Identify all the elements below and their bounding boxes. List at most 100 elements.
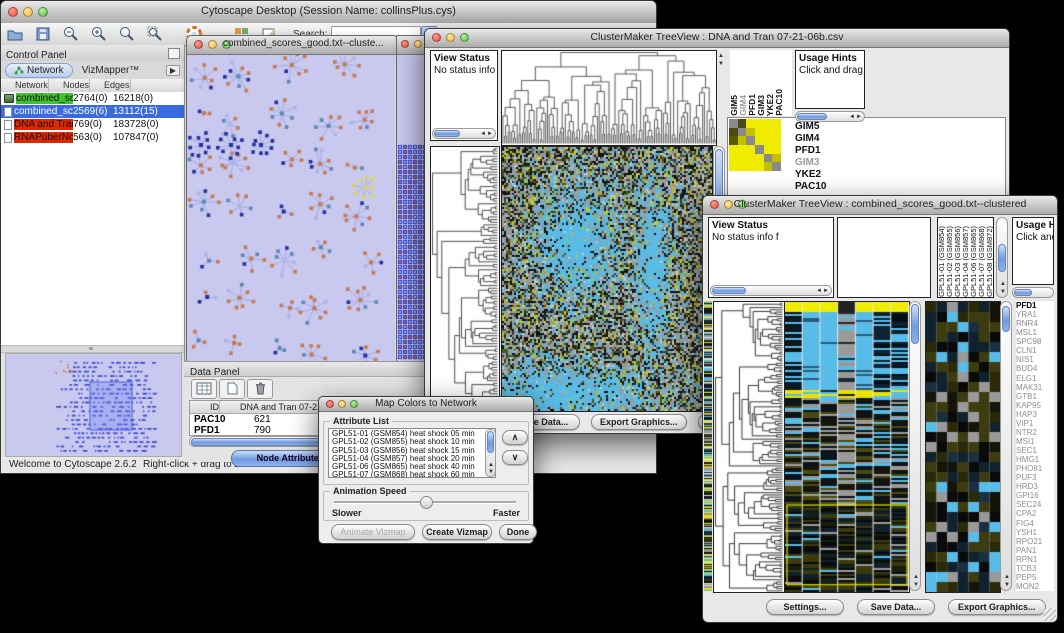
treeview2-action-button[interactable]: Settings... <box>766 599 844 615</box>
zoom-cell[interactable] <box>755 119 764 128</box>
zoom-fit-icon[interactable] <box>116 25 138 43</box>
gene-label[interactable]: NTR2 <box>1016 428 1054 437</box>
zoom-cell[interactable] <box>738 119 747 128</box>
column-header[interactable]: Nodes <box>49 79 90 92</box>
column-header[interactable]: Edges <box>90 79 131 92</box>
gene-label[interactable]: RPO21 <box>1016 537 1054 546</box>
gene-label[interactable]: YRA1 <box>1016 310 1054 319</box>
gene-label[interactable]: HMG1 <box>1016 455 1054 464</box>
zoom-cell[interactable] <box>729 128 738 137</box>
gene-label[interactable]: SEC24 <box>1016 500 1054 509</box>
float-panel-icon[interactable] <box>168 48 180 59</box>
minimize-button[interactable] <box>208 40 217 49</box>
view-status-hscrollbar[interactable]: ◄► <box>432 128 496 139</box>
gene-label[interactable]: YSH1 <box>1016 528 1054 537</box>
move-up-button[interactable]: ∧ <box>502 430 528 445</box>
open-session-button[interactable] <box>4 25 26 43</box>
attribute-select-button[interactable] <box>191 379 217 399</box>
panel-splitter[interactable] <box>1 345 184 353</box>
zoom-selected-icon[interactable] <box>144 25 166 43</box>
gene-label[interactable]: MON2 <box>1016 582 1054 591</box>
view-status-hscrollbar[interactable]: ◄► <box>710 285 832 296</box>
treeview2-titlebar[interactable]: ClusterMaker TreeView : combined_scores_… <box>703 196 1057 215</box>
gene-label[interactable]: SPC98 <box>1016 337 1054 346</box>
zoom-cell[interactable] <box>772 162 781 171</box>
close-button[interactable] <box>194 40 203 49</box>
network-canvas[interactable] <box>187 55 395 361</box>
gene-label[interactable]: PFD1 <box>795 145 827 157</box>
zoom-out-icon[interactable] <box>60 25 82 43</box>
gene-label[interactable]: TCB3 <box>1016 564 1054 573</box>
delete-attribute-icon[interactable] <box>247 379 273 399</box>
gene-label[interactable]: PUF3 <box>1016 473 1054 482</box>
treeview2-vscrollbar[interactable]: ▲▼ <box>909 301 921 591</box>
new-attribute-button[interactable] <box>219 379 245 399</box>
gene-label[interactable]: GPI16 <box>1016 491 1054 500</box>
zoom-cell[interactable] <box>772 128 781 137</box>
network-row[interactable]: combined_scores 2764(0) 16218(0) <box>1 92 184 105</box>
close-button[interactable] <box>401 40 409 48</box>
gene-label[interactable]: YKE2 <box>795 169 827 181</box>
zoom-cell[interactable] <box>746 136 755 145</box>
gene-label[interactable]: PHO81 <box>1016 464 1054 473</box>
gene-label[interactable]: ELG1 <box>1016 374 1054 383</box>
zoom-cell[interactable] <box>764 119 773 128</box>
treeview1-titlebar[interactable]: ClusterMaker TreeView : DNA and Tran 07-… <box>425 29 1009 48</box>
zoom-cell[interactable] <box>746 145 755 154</box>
gene-label[interactable]: GIM3 <box>795 157 827 169</box>
tab-vizmapper[interactable]: VizMapper™ <box>73 63 149 78</box>
gene-label[interactable]: PEP5 <box>1016 573 1054 582</box>
attribute-list-item[interactable]: GPL51-07 (GSM868) heat shock 60 min <box>332 471 495 478</box>
zoom-cell[interactable] <box>738 154 747 163</box>
speed-slider-thumb[interactable] <box>420 496 433 509</box>
gene-label[interactable]: CLN1 <box>1016 346 1054 355</box>
resize-grip[interactable] <box>1043 608 1056 621</box>
dialog-titlebar[interactable]: Map Colors to Network <box>319 397 533 412</box>
move-down-button[interactable]: ∨ <box>502 450 528 465</box>
zoom-cell[interactable] <box>746 119 755 128</box>
gene-label[interactable]: PFD1 <box>1016 301 1054 310</box>
zoom-cell[interactable] <box>746 128 755 137</box>
gene-label[interactable]: GIM4 <box>795 133 827 145</box>
treeview1-heatmap[interactable] <box>501 146 713 412</box>
zoom-cell[interactable] <box>746 162 755 171</box>
treeview1-zoom-heatmap[interactable] <box>729 119 781 171</box>
gene-label[interactable]: KAP95 <box>1016 401 1054 410</box>
zoom-cell[interactable] <box>729 136 738 145</box>
zoom-vscrollbar[interactable]: ▲▼ <box>1000 301 1012 591</box>
gene-label[interactable]: PAN1 <box>1016 546 1054 555</box>
network-overview-canvas[interactable] <box>5 353 182 457</box>
save-session-button[interactable] <box>32 25 54 43</box>
gene-label[interactable]: CPA2 <box>1016 509 1054 518</box>
treeview2-heatmap[interactable] <box>784 301 910 593</box>
network-row[interactable]: combined_sco 2569(6) 13112(15) <box>1 105 184 118</box>
zoom-cell[interactable] <box>729 154 738 163</box>
gene-label[interactable]: RPN1 <box>1016 555 1054 564</box>
network-row[interactable]: DNA and Tran 07 769(0) 183728(0) <box>1 118 184 131</box>
zoom-cell[interactable] <box>738 136 747 145</box>
gene-label[interactable]: GTB1 <box>1016 392 1054 401</box>
gene-label[interactable]: HAP3 <box>1016 410 1054 419</box>
zoom-cell[interactable] <box>729 119 738 128</box>
column-header[interactable]: Network <box>1 79 49 92</box>
gene-label[interactable]: VIP1 <box>1016 419 1054 428</box>
gene-label[interactable]: SEC1 <box>1016 446 1054 455</box>
animate-vizmap-button[interactable]: Animate Vizmap <box>331 524 415 540</box>
zoom-cell[interactable] <box>755 162 764 171</box>
treeview1-gene-dendrogram[interactable] <box>430 146 500 412</box>
zoom-cell[interactable] <box>738 145 747 154</box>
attribute-list-vscrollbar[interactable]: ▲▼ <box>485 429 496 477</box>
zoom-cell[interactable] <box>755 154 764 163</box>
zoom-cell[interactable] <box>746 154 755 163</box>
network-row[interactable]: RNAPuberNov2+ 563(0) 107847(0) <box>1 131 184 144</box>
treeview2-action-button[interactable]: Export Graphics... <box>948 599 1046 615</box>
tab-network[interactable]: Network <box>5 63 73 78</box>
done-button[interactable]: Done <box>499 524 537 540</box>
zoom-cell[interactable] <box>755 128 764 137</box>
attribute-column-header[interactable]: ID <box>190 401 220 413</box>
zoom-cell[interactable] <box>764 162 773 171</box>
zoom-cell[interactable] <box>764 136 773 145</box>
zoom-cell[interactable] <box>772 136 781 145</box>
gene-label[interactable]: GIM5 <box>795 121 827 133</box>
dendrogram-scroll-down[interactable]: ▼ <box>718 61 724 67</box>
